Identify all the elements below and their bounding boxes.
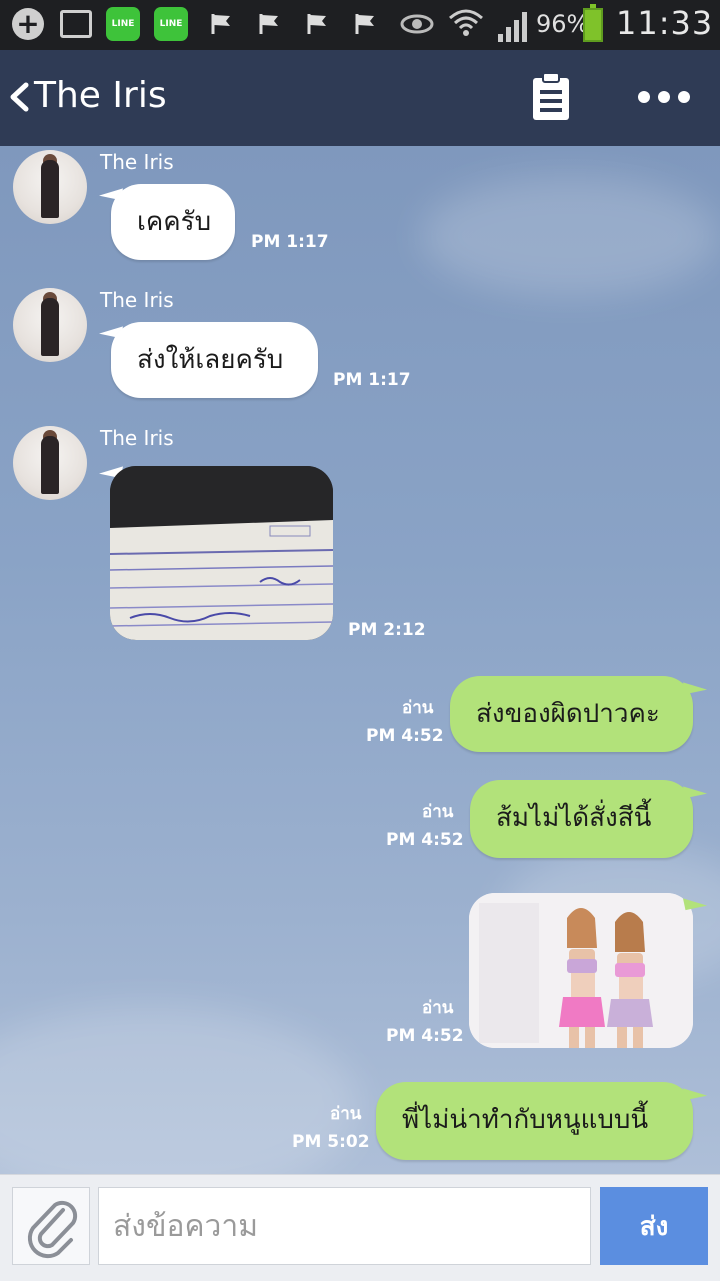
message-time: PM 1:17 — [251, 232, 329, 252]
flag-icon — [355, 14, 374, 34]
line-app-icon: LINE — [106, 7, 140, 41]
back-chevron-icon[interactable] — [8, 82, 30, 112]
image-icon — [60, 10, 92, 38]
receipt-photo — [110, 466, 333, 640]
message-input-bar: ส่ง — [0, 1174, 720, 1281]
add-icon: + — [12, 8, 44, 40]
message-bubble-incoming[interactable]: ส่งให้เลยครับ — [111, 322, 318, 398]
bubble-tail — [682, 677, 708, 695]
clock: 11:33 — [616, 4, 714, 42]
avatar[interactable] — [13, 426, 87, 500]
eye-icon — [400, 14, 434, 34]
bubble-tail — [682, 781, 708, 799]
line-app-icon: LINE — [154, 7, 188, 41]
wifi-icon — [449, 9, 483, 36]
message-time: PM 5:02 — [292, 1132, 370, 1152]
chat-header: The Iris — [0, 50, 720, 146]
background-cloud — [420, 176, 720, 296]
signal-icon — [498, 12, 527, 42]
photo-message[interactable] — [110, 466, 333, 640]
message-input[interactable] — [98, 1187, 591, 1265]
flag-icon — [259, 14, 278, 34]
attach-button[interactable] — [12, 1187, 90, 1265]
more-options-icon[interactable] — [636, 86, 692, 108]
status-bar: + LINE LINE 96% 11:33 — [0, 0, 720, 50]
message-bubble-outgoing[interactable]: ส่งของผิดปาวคะ — [450, 676, 693, 752]
flag-icon — [307, 14, 326, 34]
flag-icon — [211, 14, 230, 34]
avatar[interactable] — [13, 288, 87, 362]
message-bubble-incoming[interactable]: เคครับ — [111, 184, 235, 260]
battery-icon — [583, 4, 603, 42]
sender-name: The Iris — [100, 288, 174, 312]
sender-name: The Iris — [100, 426, 174, 450]
sender-name: The Iris — [100, 150, 174, 174]
message-time: PM 1:17 — [333, 370, 411, 390]
swimwear-photo — [469, 893, 693, 1048]
message-time: PM 4:52 — [386, 1026, 464, 1046]
message-time: PM 4:52 — [386, 830, 464, 850]
send-button[interactable]: ส่ง — [600, 1187, 708, 1265]
read-receipt: อ่าน — [422, 802, 454, 822]
chat-title[interactable]: The Iris — [34, 75, 167, 116]
read-receipt: อ่าน — [402, 698, 434, 718]
photo-message[interactable] — [469, 893, 693, 1048]
chat-area[interactable]: The Iris เคครับ PM 1:17 The Iris ส่งให้เ… — [0, 146, 720, 1174]
bubble-tail — [682, 1083, 708, 1101]
read-receipt: อ่าน — [422, 998, 454, 1018]
read-receipt: อ่าน — [330, 1104, 362, 1124]
paperclip-icon — [27, 1200, 78, 1259]
message-bubble-outgoing[interactable]: พี่ไม่น่าทำกับหนูแบบนี้ — [376, 1082, 693, 1160]
message-time: PM 4:52 — [366, 726, 444, 746]
avatar[interactable] — [13, 150, 87, 224]
note-icon[interactable] — [530, 72, 572, 122]
message-bubble-outgoing[interactable]: ส้มไม่ได้สั่งสีนี้ — [470, 780, 693, 858]
battery-percent: 96% — [536, 10, 590, 38]
message-time: PM 2:12 — [348, 620, 426, 640]
